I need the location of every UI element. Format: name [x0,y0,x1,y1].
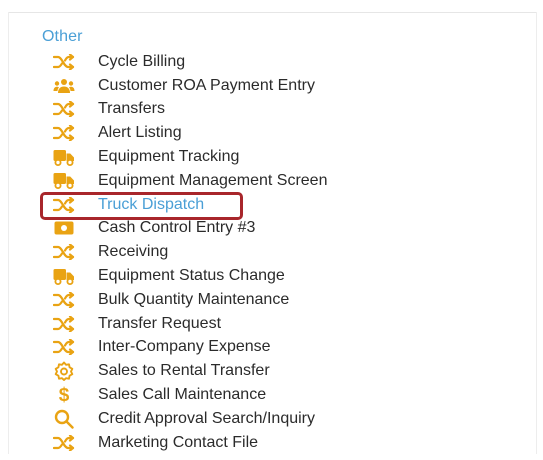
menu-item-label: Cash Control Entry #3 [98,219,256,237]
menu-item-inter-company-expense[interactable]: Inter-Company Expense [52,336,327,360]
menu-item-cycle-billing[interactable]: Cycle Billing [52,50,327,74]
menu-item-label: Equipment Management Screen [98,171,328,189]
menu-item-label: Cycle Billing [98,52,186,70]
menu-item-transfer-request[interactable]: Transfer Request [52,312,327,336]
menu-item-label: Sales Call Maintenance [98,386,267,404]
shuffle-icon [52,99,76,119]
shuffle-icon [52,314,76,334]
panel-left-border [8,12,9,454]
gear-icon [52,361,76,382]
menu-item-sales-to-rental-transfer[interactable]: Sales to Rental Transfer [52,359,327,383]
menu-panel: Other Cycle Billing Customer ROA Payment… [0,0,543,460]
users-icon [52,76,76,96]
menu-item-label: Equipment Tracking [98,148,240,166]
shuffle-icon [52,290,76,310]
money-icon [52,218,76,238]
menu-item-label: Credit Approval Search/Inquiry [98,409,315,427]
shuffle-icon [52,195,76,215]
truck-icon [52,147,76,167]
menu-item-label: Transfer Request [98,314,222,332]
panel-right-border [536,12,537,454]
menu-item-credit-approval-search-inquiry[interactable]: Credit Approval Search/Inquiry [52,407,327,431]
shuffle-icon [52,242,76,262]
truck-icon [52,266,76,286]
menu-item-label: Transfers [98,100,165,118]
search-icon [52,409,76,429]
shuffle-icon [52,433,76,453]
menu-item-label: Customer ROA Payment Entry [98,76,315,94]
menu-item-customer-roa-payment-entry[interactable]: Customer ROA Payment Entry [52,74,327,98]
menu-item-receiving[interactable]: Receiving [52,240,327,264]
menu-item-label: Truck Dispatch [98,195,205,213]
menu-item-label: Alert Listing [98,124,182,142]
menu-item-label: Marketing Contact File [98,433,259,451]
menu-item-alert-listing[interactable]: Alert Listing [52,121,327,145]
menu-item-label: Equipment Status Change [98,267,285,285]
menu-item-equipment-tracking[interactable]: Equipment Tracking [52,145,327,169]
menu-item-transfers[interactable]: Transfers [52,98,327,122]
menu-item-label: Receiving [98,243,169,261]
menu-item-marketing-contact-file[interactable]: Marketing Contact File [52,431,327,455]
menu-item-cash-control-entry-3[interactable]: Cash Control Entry #3 [52,217,327,241]
menu-item-bulk-quantity-maintenance[interactable]: Bulk Quantity Maintenance [52,288,327,312]
truck-icon [52,171,76,191]
menu-item-sales-call-maintenance[interactable]: $ Sales Call Maintenance [52,383,327,407]
menu-item-label: Inter-Company Expense [98,338,271,356]
dollar-icon: $ [58,384,70,406]
section-title: Other [42,28,83,45]
menu-item-label: Bulk Quantity Maintenance [98,290,290,308]
shuffle-icon [52,52,76,72]
panel-top-border [8,12,537,13]
menu-item-label: Sales to Rental Transfer [98,362,270,380]
menu-item-equipment-status-change[interactable]: Equipment Status Change [52,264,327,288]
shuffle-icon [52,337,76,357]
shuffle-icon [52,123,76,143]
menu-list: Cycle Billing Customer ROA Payment Entry… [52,50,327,455]
menu-item-truck-dispatch[interactable]: Truck Dispatch [52,193,327,217]
menu-item-equipment-management-screen[interactable]: Equipment Management Screen [52,169,327,193]
